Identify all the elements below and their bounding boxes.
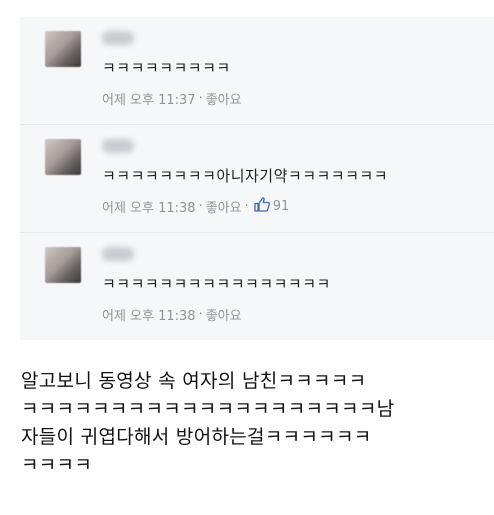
comment-time[interactable]: 어제 오후 11:38 [102,197,196,216]
comment-text: ㅋㅋㅋㅋㅋㅋㅋㅋㅋ [102,59,231,77]
comment-author[interactable] [102,31,134,45]
like-button[interactable]: 좋아요 [206,89,242,108]
comment-item: ㅋㅋㅋㅋㅋㅋㅋㅋㅋ 어제 오후 11:37 · 좋아요 [20,17,494,125]
comment-author[interactable] [102,139,134,153]
comment-list: ㅋㅋㅋㅋㅋㅋㅋㅋㅋ 어제 오후 11:37 · 좋아요 ㅋㅋㅋㅋㅋㅋㅋㅋ아니자기… [20,17,494,340]
comment-author[interactable] [102,247,134,261]
comment-item: ㅋㅋㅋㅋㅋㅋㅋㅋ아니자기약ㅋㅋㅋㅋㅋㅋㅋ 어제 오후 11:38 · 좋아요 ·… [20,125,494,233]
thumbs-up-icon[interactable] [254,197,270,216]
caption-text: 알고보니 동영상 속 여자의 남친ㅋㅋㅋㅋㅋ ㅋㅋㅋㅋㅋㅋㅋㅋㅋㅋㅋㅋㅋㅋㅋㅋㅋ… [21,367,485,479]
avatar[interactable] [45,31,81,67]
comment-text: ㅋㅋㅋㅋㅋㅋㅋㅋㅋㅋㅋㅋㅋㅋㅋㅋ [102,275,331,293]
comment-meta: 어제 오후 11:38 · 좋아요 [102,305,242,324]
avatar[interactable] [45,139,81,175]
comment-meta: 어제 오후 11:38 · 좋아요 · 91 [102,197,289,216]
comment-item: ㅋㅋㅋㅋㅋㅋㅋㅋㅋㅋㅋㅋㅋㅋㅋㅋ 어제 오후 11:38 · 좋아요 [20,233,494,340]
like-button[interactable]: 좋아요 [206,305,242,324]
comment-time[interactable]: 어제 오후 11:38 [102,305,196,324]
comment-time[interactable]: 어제 오후 11:37 [102,89,196,108]
avatar[interactable] [45,247,81,283]
meta-separator: · [244,199,249,214]
meta-separator: · [198,307,203,322]
like-count[interactable]: 91 [273,199,290,214]
caption-line: 알고보니 동영상 속 여자의 남친ㅋㅋㅋㅋㅋ [21,370,367,392]
caption-line: 자들이 귀엽다해서 방어하는걸ㅋㅋㅋㅋㅋㅋ [21,426,372,448]
meta-separator: · [198,199,203,214]
comment-text: ㅋㅋㅋㅋㅋㅋㅋㅋ아니자기약ㅋㅋㅋㅋㅋㅋㅋ [102,167,389,185]
meta-separator: · [198,91,203,106]
caption-line: ㅋㅋㅋㅋ [21,454,93,476]
comment-meta: 어제 오후 11:37 · 좋아요 [102,89,242,108]
like-button[interactable]: 좋아요 [206,197,242,216]
caption-line: ㅋㅋㅋㅋㅋㅋㅋㅋㅋㅋㅋㅋㅋㅋㅋㅋㅋㅋㅋㅋ남 [21,398,395,420]
